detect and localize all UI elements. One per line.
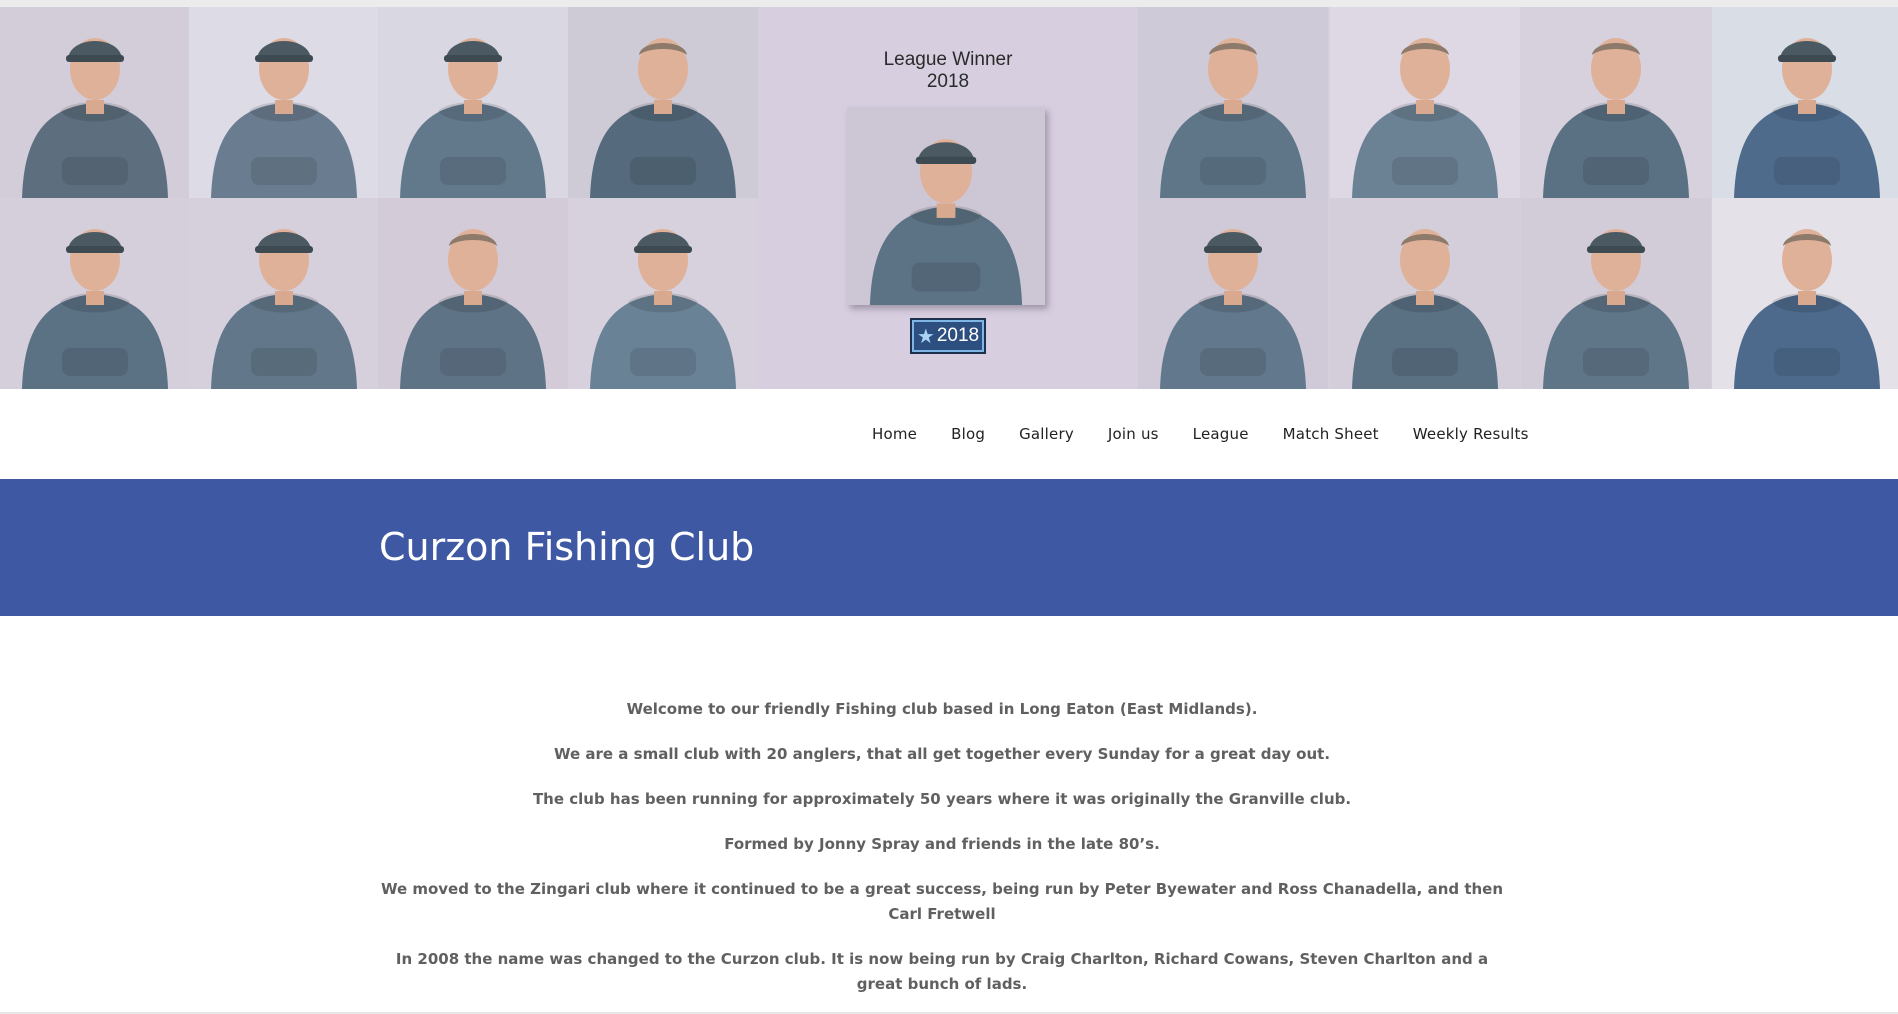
- intro-paragraph: The club has been running for approximat…: [532, 790, 1352, 808]
- nav-item-weekly-results[interactable]: Weekly Results: [1413, 425, 1529, 443]
- intro-paragraph: Welcome to our friendly Fishing club bas…: [626, 700, 1258, 718]
- league-winner-panel: League Winner 2018 ★ 2018: [758, 7, 1138, 389]
- member-photo: [0, 198, 190, 389]
- league-winner-year: 2018: [926, 71, 970, 92]
- nav-item-league[interactable]: League: [1193, 425, 1249, 443]
- member-photo: [568, 198, 758, 389]
- nav-item-home[interactable]: Home: [872, 425, 917, 443]
- intro-content: Welcome to our friendly Fishing club bas…: [380, 697, 1504, 1014]
- member-photo: [568, 7, 758, 198]
- member-photo: [1138, 198, 1328, 389]
- member-photo: [378, 198, 568, 389]
- intro-paragraph: We are a small club with 20 anglers, tha…: [553, 745, 1331, 763]
- nav-item-blog[interactable]: Blog: [951, 425, 985, 443]
- page: League Winner 2018 ★ 2018 Home Blog Galler…: [0, 0, 1898, 1014]
- member-photo: [1330, 198, 1520, 389]
- intro-paragraph: Formed by Jonny Spray and friends in the…: [724, 835, 1160, 853]
- member-photo: [1330, 7, 1520, 198]
- nav-menu: Home Blog Gallery Join us League Match Sheet W…: [872, 389, 1529, 479]
- member-photo: [1712, 198, 1898, 389]
- member-photo: [1712, 7, 1898, 198]
- league-winner-title-line1: League Winner: [883, 49, 1013, 70]
- intro-paragraph: In 2008 the name was changed to the Curz…: [395, 950, 1489, 993]
- nav-item-gallery[interactable]: Gallery: [1019, 425, 1074, 443]
- intro-paragraph: We moved to the Zingari club where it co…: [380, 880, 1504, 923]
- member-photo: [1521, 7, 1711, 198]
- member-photo: [378, 7, 568, 198]
- page-title: Curzon Fishing Club: [379, 525, 755, 569]
- member-photo: [1521, 198, 1711, 389]
- league-winner-title: League Winner 2018: [758, 49, 1138, 93]
- winner-badge: ★ 2018: [910, 318, 986, 354]
- winner-badge-year: 2018: [936, 325, 980, 346]
- league-winner-photo: [847, 107, 1045, 305]
- member-photo: [0, 7, 190, 198]
- top-rule: [0, 0, 1898, 7]
- star-icon: ★: [916, 325, 935, 348]
- page-title-bar: Curzon Fishing Club: [0, 479, 1898, 616]
- nav-item-match-sheet[interactable]: Match Sheet: [1283, 425, 1379, 443]
- main-nav: Home Blog Gallery Join us League Match Sheet W…: [0, 389, 1898, 479]
- nav-item-join-us[interactable]: Join us: [1108, 425, 1159, 443]
- member-photo: [189, 7, 379, 198]
- member-photo: [189, 198, 379, 389]
- member-photo: [1138, 7, 1328, 198]
- header-banner: League Winner 2018 ★ 2018: [0, 7, 1898, 389]
